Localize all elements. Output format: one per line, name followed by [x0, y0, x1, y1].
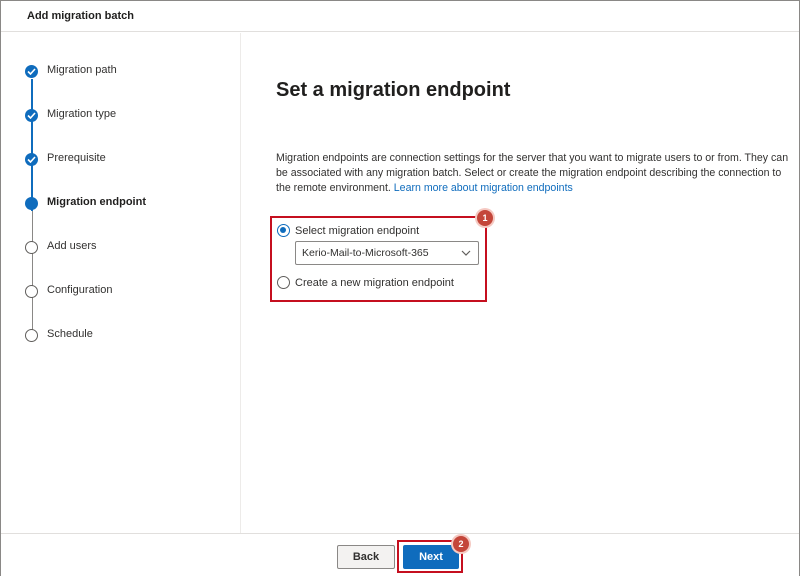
- next-button[interactable]: Next: [403, 545, 459, 569]
- dialog-frame: Add migration batch Migration path Migra…: [0, 0, 800, 576]
- step-connector-todo: [31, 211, 33, 331]
- step-label: Add users: [47, 240, 97, 252]
- step-label: Migration endpoint: [47, 196, 146, 208]
- step-complete-icon: [25, 153, 38, 166]
- create-endpoint-label[interactable]: Create a new migration endpoint: [295, 277, 454, 289]
- select-endpoint-label[interactable]: Select migration endpoint: [295, 225, 419, 237]
- step-connector-done: [31, 79, 33, 211]
- main-content: Set a migration endpoint Migration endpo…: [242, 33, 800, 533]
- create-endpoint-radio[interactable]: [277, 276, 290, 289]
- step-pending-icon: [25, 329, 38, 342]
- step-complete-icon: [25, 109, 38, 122]
- back-button[interactable]: Back: [337, 545, 395, 569]
- chevron-down-icon: [461, 250, 471, 256]
- annotation-badge-1: 1: [477, 210, 493, 226]
- dialog-title: Add migration batch: [27, 10, 134, 22]
- step-pending-icon: [25, 241, 38, 254]
- footer-bar: Back Next 2: [1, 533, 799, 576]
- wizard-steps-sidebar: Migration path Migration type Prerequisi…: [1, 33, 241, 533]
- step-pending-icon: [25, 285, 38, 298]
- select-endpoint-radio[interactable]: [277, 224, 290, 237]
- step-current-icon: [25, 197, 38, 210]
- annotation-badge-2: 2: [453, 536, 469, 552]
- step-label: Schedule: [47, 328, 93, 340]
- description-text: Migration endpoints are connection setti…: [276, 151, 796, 196]
- endpoint-dropdown[interactable]: Kerio-Mail-to-Microsoft-365: [295, 241, 479, 265]
- learn-more-link[interactable]: Learn more about migration endpoints: [394, 182, 573, 194]
- page-title: Set a migration endpoint: [276, 79, 511, 101]
- endpoint-dropdown-value: Kerio-Mail-to-Microsoft-365: [302, 247, 429, 259]
- step-label: Migration path: [47, 64, 117, 76]
- title-bar: Add migration batch: [1, 1, 799, 32]
- step-label: Configuration: [47, 284, 113, 296]
- step-label: Migration type: [47, 108, 117, 120]
- step-complete-icon: [25, 65, 38, 78]
- step-label: Prerequisite: [47, 152, 106, 164]
